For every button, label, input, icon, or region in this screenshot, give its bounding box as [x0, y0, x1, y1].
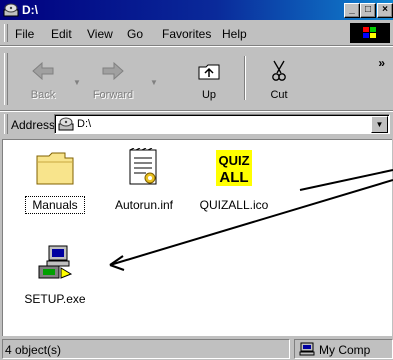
- file-item-setup[interactable]: SETUP.exe: [15, 240, 95, 310]
- menu-view[interactable]: View: [87, 27, 113, 41]
- forward-arrow-icon: [102, 61, 124, 81]
- menu-favorites[interactable]: Favorites: [162, 27, 211, 41]
- menu-help[interactable]: Help: [222, 27, 247, 41]
- file-name: QUIZALL.ico: [199, 198, 269, 212]
- title-bar[interactable]: D:\ _ □ ×: [0, 0, 393, 20]
- status-bar: 4 object(s) My Comp: [0, 336, 393, 360]
- maximize-button[interactable]: □: [360, 3, 376, 18]
- menu-grip[interactable]: [4, 24, 8, 42]
- up-folder-icon: [198, 64, 220, 80]
- address-bar: Address D:\ ▼: [0, 112, 393, 136]
- back-label: Back: [30, 89, 56, 101]
- menu-go[interactable]: Go: [127, 27, 143, 41]
- folder-icon: [36, 152, 74, 185]
- toolbar-separator: [244, 56, 246, 100]
- status-zone-panel: My Comp: [294, 339, 393, 359]
- back-dropdown-icon[interactable]: ▼: [73, 78, 81, 87]
- file-name: Autorun.inf: [114, 198, 174, 212]
- inf-file-icon: [129, 148, 157, 185]
- address-label: Address: [11, 118, 56, 132]
- back-arrow-icon: [32, 61, 54, 81]
- file-list-view[interactable]: Manuals Autorun.inf QUIZ ALL QUIZALL.ico: [2, 139, 392, 336]
- zone-label: My Comp: [319, 343, 371, 357]
- quizall-icon: QUIZ ALL: [216, 150, 252, 186]
- up-button[interactable]: Up: [180, 53, 238, 105]
- forward-dropdown-icon[interactable]: ▼: [150, 78, 158, 87]
- close-button[interactable]: ×: [377, 3, 393, 18]
- quiz-icon-text: QUIZ: [218, 153, 249, 168]
- cd-drive-icon: [58, 117, 74, 134]
- status-count-panel: 4 object(s): [2, 339, 290, 359]
- standard-toolbar: Back ▼ Forward ▼ Up Cut »: [0, 48, 393, 110]
- file-name: Manuals: [25, 196, 85, 214]
- address-grip[interactable]: [4, 114, 8, 134]
- cut-label: Cut: [270, 89, 288, 101]
- cut-button[interactable]: Cut: [250, 53, 308, 105]
- forward-button[interactable]: Forward: [84, 53, 142, 105]
- my-computer-icon: [299, 342, 315, 358]
- address-dropdown-icon[interactable]: ▼: [371, 116, 388, 133]
- menu-divider: [0, 45, 393, 47]
- forward-label: Forward: [92, 89, 134, 101]
- windows-logo-icon: [350, 23, 390, 43]
- toolbar-grip[interactable]: [4, 53, 8, 105]
- menu-edit[interactable]: Edit: [51, 27, 72, 41]
- menu-file[interactable]: File: [15, 27, 34, 41]
- address-value: D:\: [77, 118, 92, 130]
- minimize-button[interactable]: _: [344, 3, 360, 18]
- menu-bar: File Edit View Go Favorites Help: [0, 22, 393, 44]
- file-item-quizall[interactable]: QUIZ ALL QUIZALL.ico: [194, 146, 274, 216]
- scissors-icon: [272, 60, 286, 81]
- file-name: SETUP.exe: [24, 292, 86, 306]
- all-icon-text: ALL: [219, 169, 248, 186]
- file-item-manuals[interactable]: Manuals: [15, 146, 95, 216]
- back-button[interactable]: Back: [14, 53, 72, 105]
- up-label: Up: [201, 89, 217, 101]
- object-count: 4 object(s): [5, 343, 62, 357]
- window-title: D:\: [22, 3, 38, 17]
- toolbar-more-icon[interactable]: »: [378, 56, 385, 70]
- file-item-autorun[interactable]: Autorun.inf: [104, 146, 184, 216]
- setup-exe-icon: [38, 245, 73, 279]
- address-input[interactable]: D:\ ▼: [54, 114, 390, 134]
- cd-drive-icon: [3, 2, 19, 21]
